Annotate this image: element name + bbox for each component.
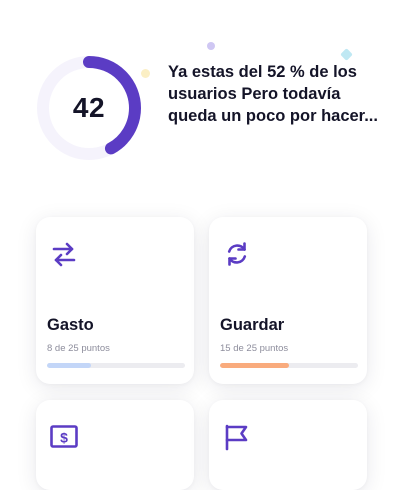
card-title: Gasto	[47, 316, 94, 334]
refresh-icon	[222, 239, 252, 269]
flag-icon	[222, 422, 252, 452]
svg-text:$: $	[60, 430, 68, 446]
decorative-dot	[207, 42, 215, 50]
card-title: Guardar	[220, 316, 285, 334]
decorative-dot	[340, 48, 353, 61]
score-value: 42	[72, 92, 106, 123]
dollar-bill-icon: $	[49, 422, 79, 452]
progress-bar	[220, 363, 358, 368]
decorative-dot	[141, 69, 150, 78]
card-points: 15 de 25 puntos	[220, 343, 289, 354]
progress-message: Ya estas del 52 % de los usuarios Pero t…	[168, 63, 378, 125]
progress-bar-fill	[47, 363, 92, 368]
score-ring: 42	[36, 55, 142, 161]
progress-bar	[47, 363, 185, 368]
category-card-guardar[interactable]: Guardar 15 de 25 puntos	[209, 217, 367, 384]
category-card-meta[interactable]	[209, 400, 367, 490]
category-card-dinero[interactable]: $	[36, 400, 194, 490]
card-points: 8 de 25 puntos	[47, 343, 110, 354]
progress-bar-fill	[220, 363, 289, 368]
category-card-gasto[interactable]: Gasto 8 de 25 puntos	[36, 217, 194, 384]
swap-arrows-icon	[49, 239, 79, 269]
